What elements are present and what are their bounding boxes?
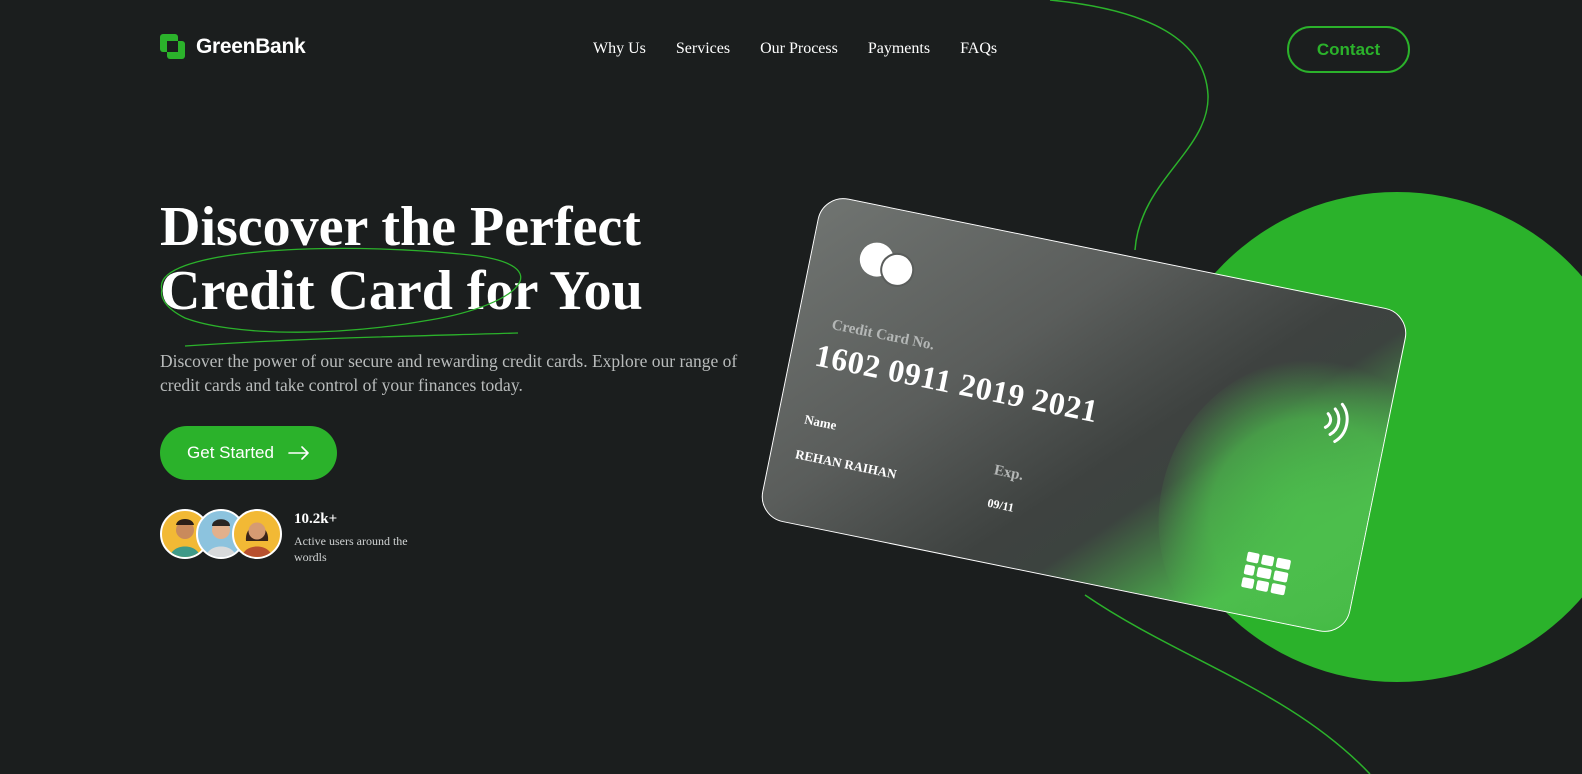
hero-title-line-2: Credit Card for You [160,260,643,322]
contact-button[interactable]: Contact [1287,26,1410,73]
card-name-label: Name [803,411,838,433]
greenbank-logo-icon [160,34,186,60]
nav-item-services[interactable]: Services [676,40,730,58]
card-number: 1602 0911 2019 2021 [812,336,1102,430]
get-started-label: Get Started [187,443,274,462]
nav-item-payments[interactable]: Payments [868,40,930,58]
card-expiry-date: 09/11 [986,495,1016,515]
card-network-icon [856,239,923,291]
main-nav: Why Us Services Our Process Payments FAQ… [593,40,997,58]
hero-title: Discover the Perfect Credit Card for You [160,195,780,323]
card-holder-name: REHAN RAIHAN [793,446,898,482]
get-started-button[interactable]: Get Started [160,426,337,480]
nav-item-why-us[interactable]: Why Us [593,40,646,58]
nav-item-faqs[interactable]: FAQs [960,40,997,58]
hero-subtitle: Discover the power of our secure and rew… [160,351,738,395]
card-expiry-label: Exp. [992,462,1025,484]
brand-logo[interactable]: GreenBank [160,34,306,60]
brand-name: GreenBank [196,35,306,58]
user-avatars [160,509,282,559]
avatar [232,509,282,559]
nav-item-our-process[interactable]: Our Process [760,40,838,58]
arrow-right-icon [288,446,309,460]
active-users-count: 10.2k+ [294,511,338,527]
hero-title-line-1: Discover the Perfect [160,196,641,258]
active-users-label: Active users around the wordls [294,534,408,564]
